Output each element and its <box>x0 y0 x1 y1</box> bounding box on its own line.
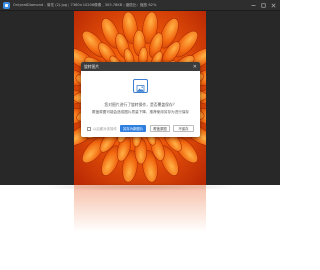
dialog-footer: 以后都对该操作 另存为新图片 覆盖原图 不保存 <box>81 124 200 134</box>
save-as-button[interactable]: 另存为新图片 <box>120 125 146 132</box>
close-icon[interactable] <box>268 1 278 11</box>
app-name: OnlyeatDiamond <box>13 2 44 7</box>
close-icon[interactable]: ✕ <box>193 62 197 71</box>
rotate-image-dialog: 旋转图片 ✕ 您对图片进行了旋转操作，是否覆盖保存？ 覆盖原图可能会造成图片质量… <box>81 62 200 137</box>
image-dimensions: 7360×10208像素 <box>70 2 102 7</box>
title-bar[interactable]: OnlyeatDiamond - 菊花 (2).jpg | 7360×10208… <box>0 0 280 11</box>
file-name: 菊花 (2).jpg <box>46 2 68 7</box>
dont-save-button[interactable]: 不保存 <box>173 125 194 132</box>
checkbox-box[interactable] <box>87 126 91 131</box>
window-title: OnlyeatDiamond - 菊花 (2).jpg | 7360×10208… <box>13 2 157 7</box>
file-size: 305.78KB <box>104 2 123 7</box>
zoom-info: 缩放比：缩放 62% <box>125 2 157 7</box>
dialog-header: 旋转图片 ✕ <box>81 62 200 71</box>
photo-reflection <box>74 185 206 270</box>
minimize-icon[interactable] <box>248 1 258 11</box>
dialog-message: 您对图片进行了旋转操作，是否覆盖保存？ <box>104 102 177 107</box>
dialog-hint: 覆盖原图可能会造成图片质量下降，推荐使用另存为进行保存 <box>91 110 190 114</box>
app-logo-icon <box>3 1 10 9</box>
checkbox-label: 以后都对该操作 <box>93 127 117 131</box>
maximize-icon[interactable] <box>258 1 268 11</box>
overwrite-button[interactable]: 覆盖原图 <box>150 125 170 132</box>
dialog-title: 旋转图片 <box>84 63 100 69</box>
dont-ask-checkbox[interactable]: 以后都对该操作 <box>87 126 117 131</box>
image-save-icon <box>133 79 148 93</box>
